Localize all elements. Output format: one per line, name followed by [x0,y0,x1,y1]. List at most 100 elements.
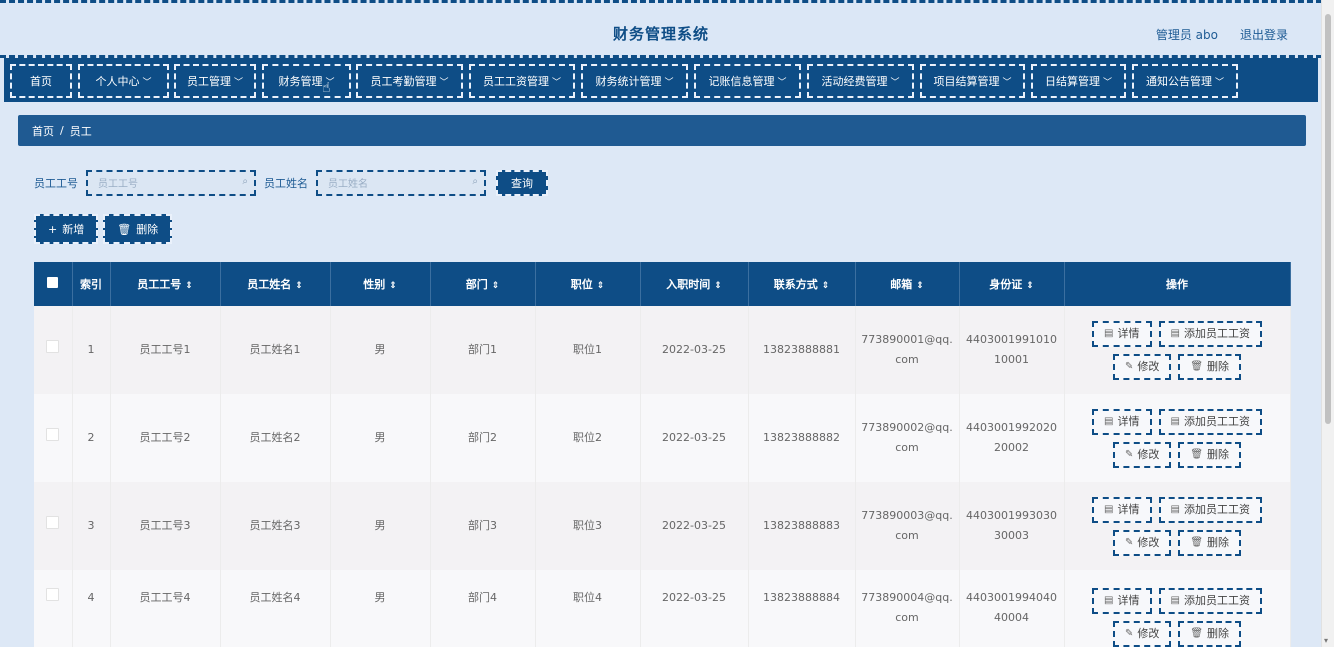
add-salary-label: 添加员工工资 [1183,594,1250,607]
vertical-scrollbar[interactable]: ▾ [1321,0,1334,647]
sort-icon[interactable]: ⇕ [185,281,193,291]
sort-icon[interactable]: ⇕ [1026,281,1034,291]
column-header[interactable]: 部门 ⇕ [430,262,536,306]
nav-item-activity-funds[interactable]: 活动经费管理 ﹀ [807,64,914,98]
sort-icon[interactable]: ⇕ [492,281,500,291]
breadcrumb-separator: / [60,124,64,137]
nav-item-bookkeeping[interactable]: 记账信息管理 ﹀ [694,64,801,98]
column-header[interactable]: 联系方式 ⇕ [748,262,856,306]
cell-position: 职位4 [535,570,641,647]
add-salary-button[interactable]: ▤ 添加员工工资 [1158,588,1262,614]
select-all-checkbox[interactable] [47,277,59,288]
row-checkbox[interactable] [46,340,60,353]
nav-item-project-settlement[interactable]: 项目结算管理 ﹀ [920,64,1025,98]
trash-icon: 🗑 [1190,628,1204,639]
add-salary-button[interactable]: ▤ 添加员工工资 [1158,408,1262,435]
column-header[interactable]: 员工姓名 ⇕ [220,262,331,306]
logout-link[interactable]: 退出登录 [1240,26,1288,43]
cell-email: 773890001@qq.com [855,306,960,394]
cell-id-card: 440300199101010001 [959,306,1065,394]
column-label: 操作 [1166,278,1188,291]
nav-item-home[interactable]: 首页 [10,64,72,98]
sort-icon[interactable]: ⇕ [389,281,397,291]
column-header[interactable]: 入职时间 ⇕ [640,262,749,306]
nav-item-daily-settlement[interactable]: 日结算管理 ﹀ [1031,64,1126,98]
cell-phone: 13823888882 [748,394,856,482]
nav-item-attendance-mgmt[interactable]: 员工考勤管理 ﹀ [356,64,463,98]
column-header[interactable]: 身份证 ⇕ [959,262,1065,306]
nav-item-announcements[interactable]: 通知公告管理 ﹀ [1132,64,1238,98]
cell-emp-no: 员工工号1 [110,306,221,394]
detail-button[interactable]: ▤ 详情 [1092,408,1152,435]
sort-icon[interactable]: ⇕ [295,281,303,291]
emp-no-label: 员工工号 [34,177,78,190]
row-checkbox[interactable] [46,516,60,529]
delete-button[interactable]: 🗑 删除 [1178,353,1242,380]
column-label: 邮箱 [890,278,913,291]
sort-icon[interactable]: ⇕ [597,281,605,291]
delete-button[interactable]: 🗑 删除 [1178,621,1242,647]
pencil-icon: ✎ [1124,628,1134,639]
row-actions-line: ▤ 详情 ▤ 添加员工工资 [1092,496,1262,523]
column-header[interactable]: 性别 ⇕ [330,262,431,306]
breadcrumb-home[interactable]: 首页 [32,123,54,139]
edit-button[interactable]: ✎ 修改 [1112,441,1172,468]
document-icon: ▤ [1104,503,1114,515]
column-header[interactable]: 职位 ⇕ [535,262,641,306]
add-salary-button[interactable]: ▤ 添加员工工资 [1158,496,1262,523]
row-checkbox[interactable] [46,428,60,441]
cell-name: 员工姓名3 [220,482,331,570]
table-row: 2 员工工号2 员工姓名2 男部门2 职位2 2022-03-25 13823888882 7… [34,394,1291,482]
delete-label: 删除 [1207,359,1230,373]
cell-dept: 部门4 [430,570,536,647]
row-select-cell [34,306,73,394]
nav-item-finance-mgmt[interactable]: 财务管理 ﹀ [262,64,351,98]
row-actions-cell: ▤ 详情 ▤ 添加员工工资 ✎ 修改 🗑 删除 [1064,570,1291,647]
edit-label: 修改 [1137,447,1160,461]
document-icon: ▤ [1104,327,1114,339]
column-header[interactable]: 邮箱 ⇕ [855,262,960,306]
batch-delete-button[interactable]: 🗑 删除 [103,214,173,244]
scroll-down-icon[interactable]: ▾ [1324,636,1328,645]
cell-join-date: 2022-03-25 [640,306,749,394]
cell-id-card: 440300199202020002 [959,394,1065,482]
detail-button[interactable]: ▤ 详情 [1092,320,1152,347]
search-icon: ⌕ [242,176,248,187]
delete-button[interactable]: 🗑 删除 [1178,529,1242,556]
row-actions-line: ✎ 修改 🗑 删除 [1112,529,1242,556]
delete-button[interactable]: 🗑 删除 [1178,441,1242,468]
sort-icon[interactable]: ⇕ [916,281,924,291]
detail-label: 详情 [1117,502,1140,516]
add-salary-button[interactable]: ▤ 添加员工工资 [1158,320,1262,347]
emp-name-input[interactable] [318,172,460,196]
emp-no-input[interactable] [88,172,230,196]
delete-label: 删除 [1207,627,1230,640]
emp-no-field: ⌕ [86,170,256,196]
edit-button[interactable]: ✎ 修改 [1112,353,1172,380]
scrollbar-thumb[interactable] [1325,14,1331,424]
nav-item-finance-stats[interactable]: 财务统计管理 ﹀ [581,64,688,98]
nav-label: 首页 [30,75,52,88]
edit-button[interactable]: ✎ 修改 [1112,621,1172,647]
detail-button[interactable]: ▤ 详情 [1092,588,1152,614]
sort-icon[interactable]: ⇕ [714,281,722,291]
column-header[interactable]: 员工工号 ⇕ [110,262,221,306]
column-header: 操作 [1064,262,1291,306]
row-select-cell [34,570,73,647]
row-checkbox[interactable] [46,588,60,601]
cell-phone: 13823888883 [748,482,856,570]
nav-item-personal-center[interactable]: 个人中心 ﹀ [78,64,169,98]
cell-emp-no: 员工工号2 [110,394,221,482]
nav-label: 员工工资管理 [482,75,549,88]
add-button[interactable]: + 新增 [34,214,99,244]
table-row: 3 员工工号3 员工姓名3 男部门3 职位3 2022-03-25 13823888883 7… [34,482,1291,570]
detail-button[interactable]: ▤ 详情 [1092,496,1152,523]
column-label: 身份证 [989,278,1023,291]
edit-button[interactable]: ✎ 修改 [1112,529,1172,556]
query-button[interactable]: 查询 [496,170,548,196]
chevron-down-icon: ﹀ [439,77,449,88]
nav-item-employee-mgmt[interactable]: 员工管理 ﹀ [174,64,256,98]
sort-icon[interactable]: ⇕ [822,281,830,291]
nav-item-salary-mgmt[interactable]: 员工工资管理 ﹀ [469,64,575,98]
edit-label: 修改 [1137,535,1160,549]
